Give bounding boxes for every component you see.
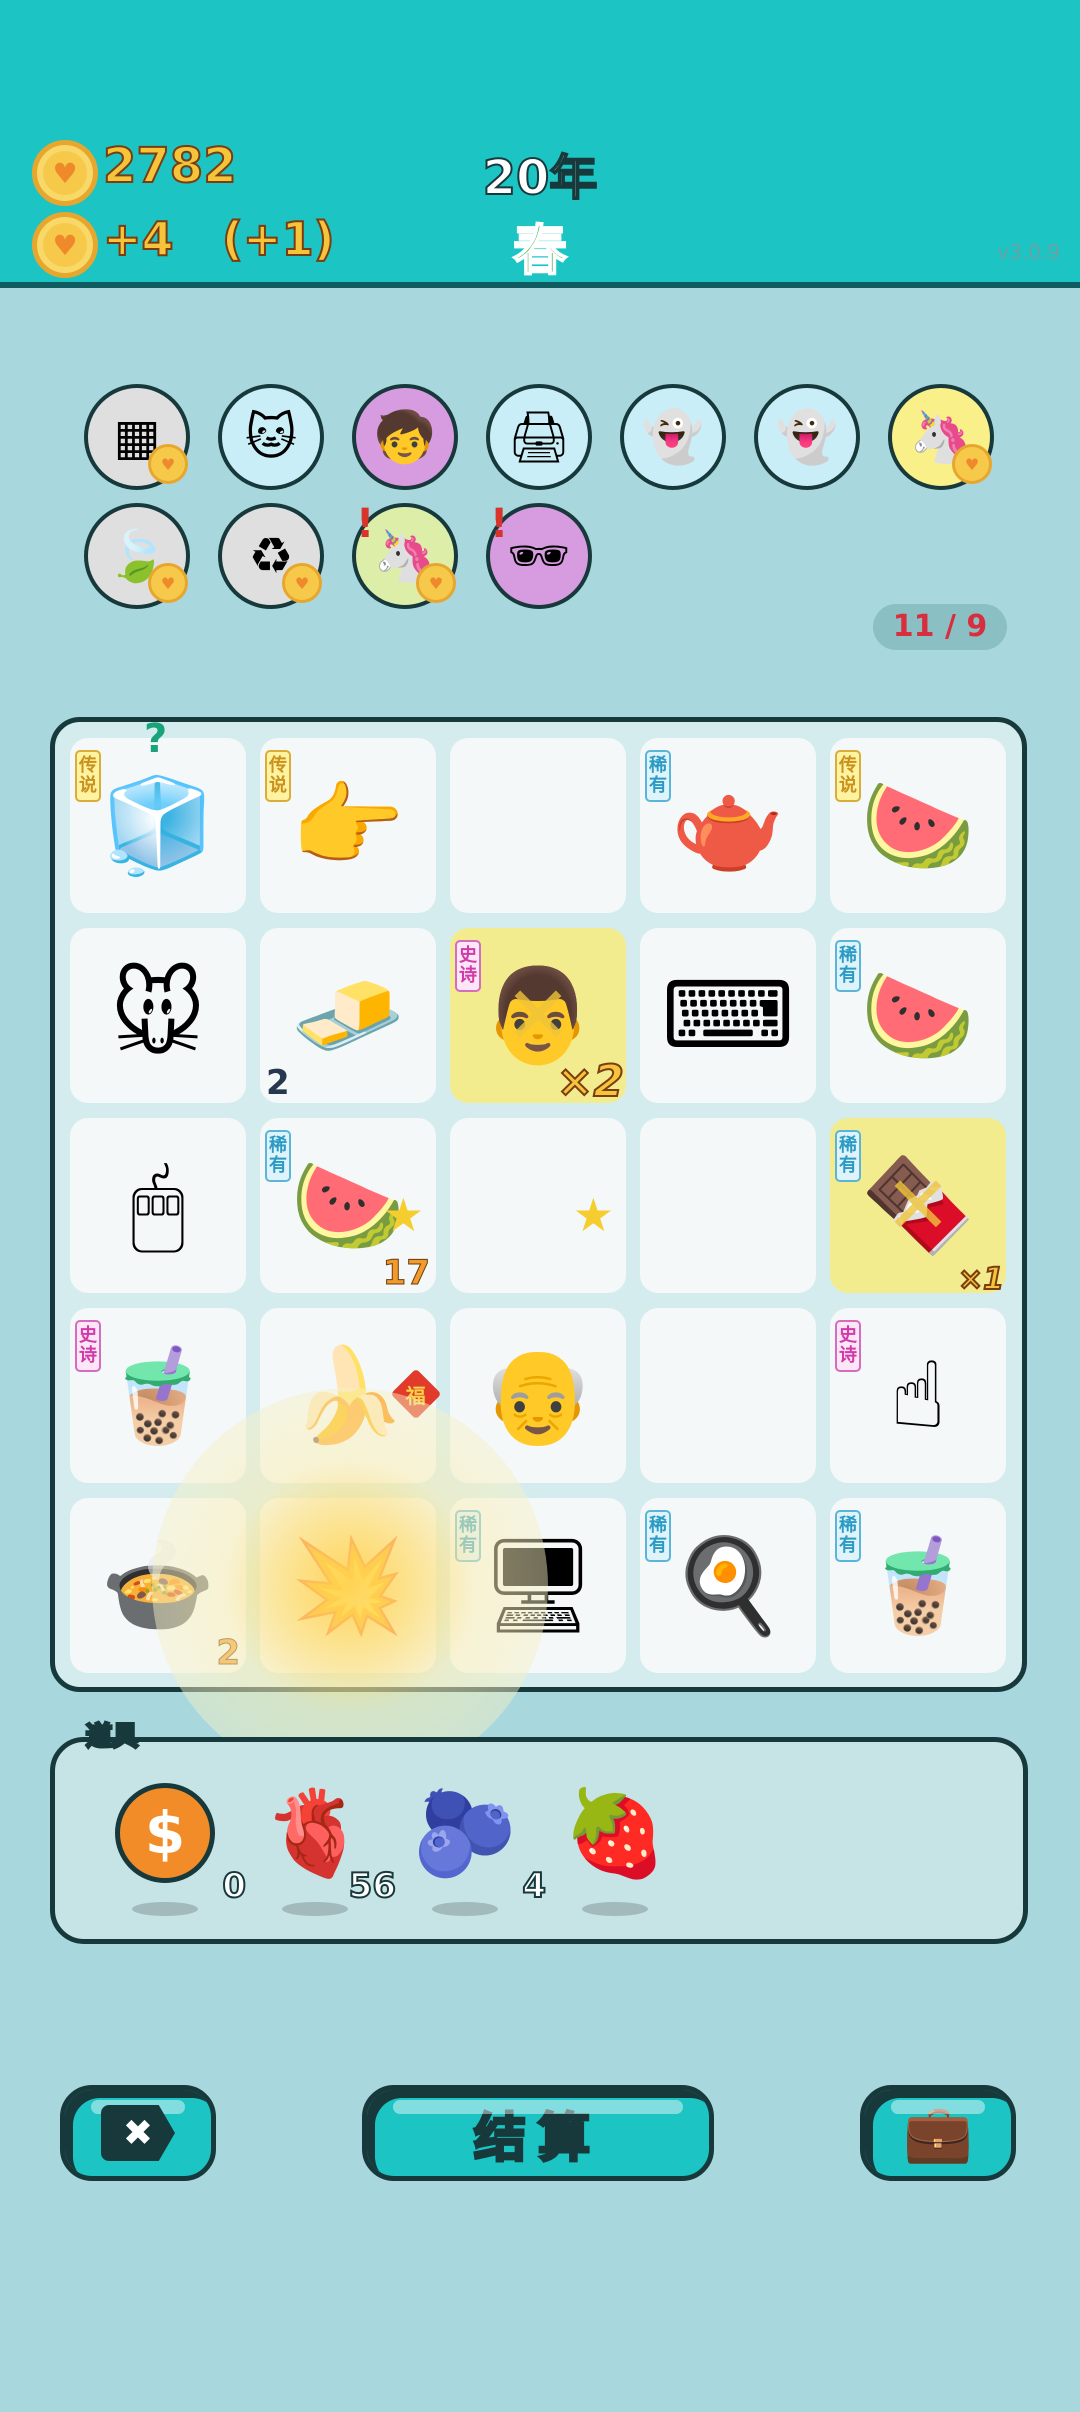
item-icon: 🐭: [110, 961, 206, 1069]
board-cell[interactable]: 👨 史诗 ✕ ×2: [450, 928, 626, 1108]
version-label: v3.0.9: [997, 240, 1060, 264]
item-icon: 🍉: [860, 961, 976, 1069]
alert-icon: !: [356, 501, 375, 547]
item-icon: 👴: [480, 1341, 596, 1449]
board-cell[interactable]: [450, 738, 626, 913]
rarity-tag: 稀有: [835, 1130, 861, 1182]
rarity-tag: 稀有: [645, 750, 671, 802]
explosion-effect: [152, 1388, 548, 1784]
relic-unicorn-2[interactable]: 🦄 ♥!: [352, 501, 458, 609]
relic-unicorn[interactable]: 🦄 ♥: [888, 384, 994, 490]
board-cell[interactable]: 🍉 稀有 ★ 17: [260, 1118, 436, 1294]
item-icon: 🍳: [670, 1531, 786, 1639]
board-cell[interactable]: [640, 1118, 816, 1293]
liver-icon: 🫀: [262, 1784, 368, 1882]
tool-count: 4: [521, 1865, 547, 1907]
heart-icon: ♥: [952, 444, 992, 484]
top-bar: ♥ 2782 ♥ +4 (+1) 20年 春 v3.0.9: [0, 0, 1080, 288]
rarity-tag: 史诗: [455, 940, 481, 992]
rarity-tag: 稀有: [835, 1510, 861, 1562]
relic-cubes[interactable]: ▦ ♥: [84, 384, 190, 490]
item-icon: ⌨: [661, 961, 795, 1069]
rarity-tag: 传说: [75, 750, 101, 802]
question-icon: ?: [144, 716, 168, 762]
relic-printer[interactable]: 🖨: [486, 384, 592, 490]
relic-ghost-red-2[interactable]: 👻: [754, 384, 860, 490]
rarity-tag: 史诗: [75, 1320, 101, 1372]
tool-count: 0: [221, 1865, 247, 1907]
item-icon: 👉: [290, 771, 406, 879]
cross-mark-icon: ✕: [884, 1159, 952, 1252]
board-cell[interactable]: 🫖 稀有: [640, 738, 816, 913]
settle-button[interactable]: 结算: [362, 2085, 714, 2181]
relic-leaf[interactable]: 🍃 ♥: [84, 503, 190, 609]
multiplier: ×1: [957, 1261, 1005, 1298]
alert-icon: !: [490, 501, 509, 547]
relic-recycle[interactable]: ♻ ♥: [218, 503, 324, 609]
tool-blueberry[interactable]: 🫐 4: [410, 1778, 547, 1916]
item-icon: 🧈: [290, 961, 406, 1069]
ghost-red-icon: 👻: [641, 407, 705, 466]
board-cell[interactable]: 🍫 稀有 ✕ ×1: [830, 1118, 1006, 1298]
rarity-tag: 史诗: [835, 1320, 861, 1372]
board-cell[interactable]: 🧈 2: [260, 928, 436, 1103]
exit-button[interactable]: ✖: [60, 2085, 216, 2181]
item-icon: 🧊: [100, 771, 216, 879]
item-icon: 🫖: [670, 771, 786, 879]
cross-mark-icon: ✕: [504, 969, 572, 1062]
star-icon: ★: [572, 1188, 614, 1242]
cool-cat-icon: 🐱: [244, 408, 298, 466]
board-cell[interactable]: 🖱: [70, 1118, 246, 1293]
coin-icon: $: [115, 1783, 215, 1883]
tools-title: 道具: [84, 1721, 139, 1754]
heart-icon: ♥: [416, 563, 456, 603]
printer-icon: 🖨: [507, 407, 571, 466]
board-cell[interactable]: [640, 1308, 816, 1483]
board-cell[interactable]: 👉 传说: [260, 738, 436, 913]
relic-cool-cat[interactable]: 🐱: [218, 384, 324, 490]
heart-icon: ♥: [282, 563, 322, 603]
board-cell[interactable]: ★: [450, 1118, 626, 1293]
board-cell[interactable]: 🍳 稀有: [640, 1498, 816, 1673]
rarity-tag: 传说: [265, 750, 291, 802]
blueberry-icon: 🫐: [412, 1784, 518, 1882]
item-icon: 🖱: [130, 1151, 186, 1259]
board-cell[interactable]: 🧋 稀有: [830, 1498, 1006, 1673]
board-cell[interactable]: 🐭: [70, 928, 246, 1103]
item-icon: 🧋: [860, 1531, 976, 1639]
tool-count: 56: [348, 1865, 397, 1907]
math-kid-icon: 🧒: [373, 407, 437, 466]
relic-ghost-red[interactable]: 👻: [620, 384, 726, 490]
eye-patch-icon: 🕶: [507, 526, 571, 585]
rarity-tag: 稀有: [265, 1130, 291, 1182]
relic-math-kid[interactable]: 🧒: [352, 384, 458, 490]
board-cell[interactable]: 🍉 传说: [830, 738, 1006, 913]
heart-icon: ♥: [148, 563, 188, 603]
inventory-button[interactable]: 💼: [860, 2085, 1016, 2181]
tool-strawberry[interactable]: 🍓: [560, 1778, 670, 1916]
season-label: 春: [512, 218, 568, 283]
item-icon: 🍉: [860, 771, 976, 879]
board-cell[interactable]: ☝ 史诗: [830, 1308, 1006, 1483]
tool-coin[interactable]: $0: [110, 1778, 247, 1916]
item-value: 17: [382, 1253, 430, 1294]
item-icon: 🧋: [100, 1341, 216, 1449]
board-cell[interactable]: ⌨: [640, 928, 816, 1103]
rarity-tag: 稀有: [645, 1510, 671, 1562]
year-label: 20年: [482, 149, 599, 207]
board-cell[interactable]: 🍉 稀有: [830, 928, 1006, 1103]
strawberry-icon: 🍓: [562, 1784, 668, 1882]
multiplier: ×2: [556, 1055, 625, 1108]
rarity-tag: 稀有: [835, 940, 861, 992]
ghost-red-2-icon: 👻: [775, 407, 839, 466]
board-cell[interactable]: 🧊 传说?: [70, 716, 246, 913]
rarity-tag: 传说: [835, 750, 861, 802]
item-quantity: 2: [266, 1063, 290, 1103]
relic-eye-patch[interactable]: 🕶!: [486, 501, 592, 609]
star-icon: ★: [382, 1188, 424, 1242]
item-icon: ☝: [889, 1341, 947, 1449]
tool-liver[interactable]: 🫀 56: [260, 1778, 397, 1916]
heart-icon: ♥: [148, 444, 188, 484]
item-counter: 11 / 9: [873, 604, 1007, 650]
